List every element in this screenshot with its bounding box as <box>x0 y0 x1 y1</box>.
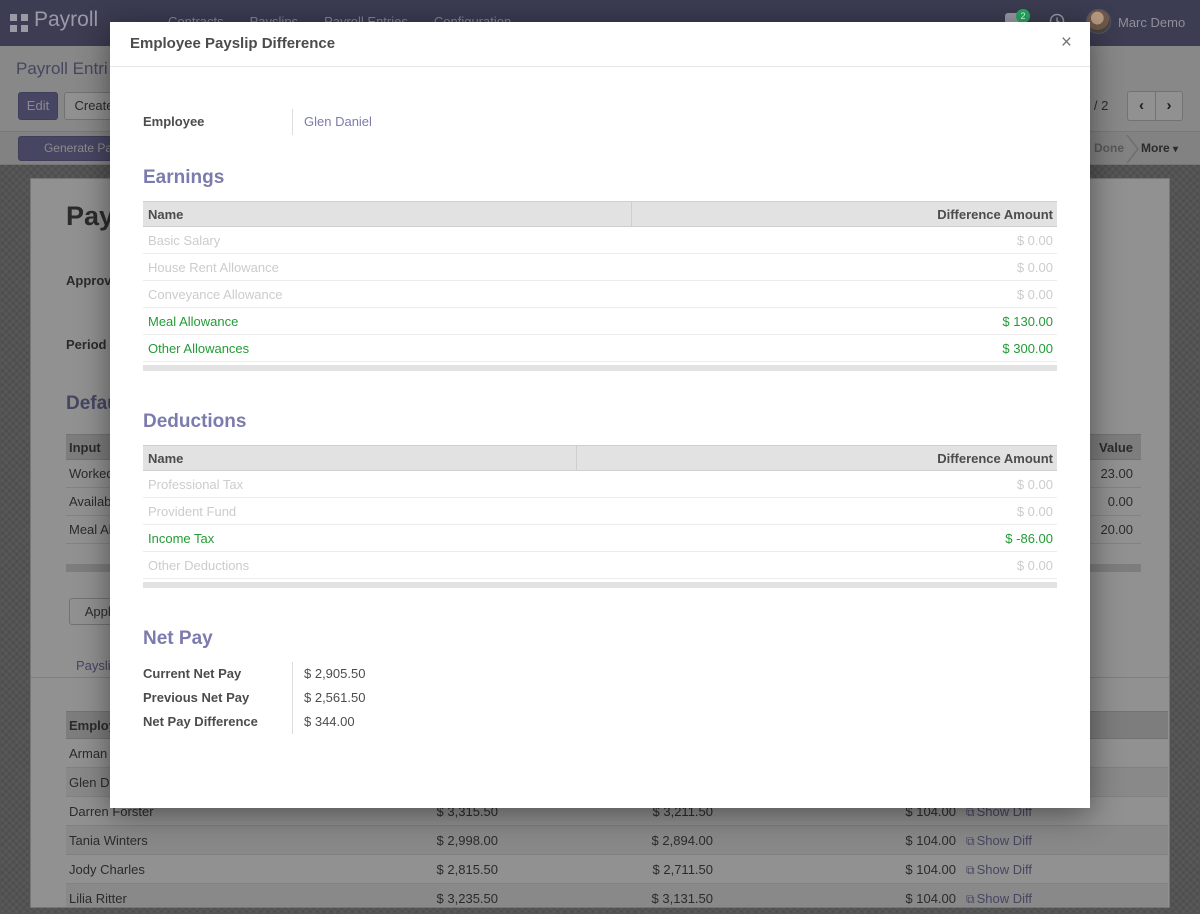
earnings-table: Name Difference Amount Basic Salary $ 0.… <box>143 201 1057 371</box>
employee-field-row: Employee Glen Daniel <box>143 109 1057 135</box>
app-title: Payroll <box>34 8 98 32</box>
table-footer-strip <box>143 582 1057 588</box>
employee-payslip-difference-modal: Employee Payslip Difference × Employee G… <box>110 22 1090 808</box>
employee-field-label: Employee <box>143 109 292 135</box>
table-row[interactable]: Other Deductions $ 0.00 <box>143 552 1057 579</box>
column-header-name[interactable]: Name <box>143 202 632 226</box>
table-row[interactable]: Basic Salary $ 0.00 <box>143 227 1057 254</box>
table-row[interactable]: Professional Tax $ 0.00 <box>143 471 1057 498</box>
table-row[interactable]: Other Allowances $ 300.00 <box>143 335 1057 362</box>
employee-field-value[interactable]: Glen Daniel <box>292 109 372 135</box>
modal-body: Employee Glen Daniel Earnings Name Diffe… <box>110 67 1090 734</box>
table-row[interactable]: Provident Fund $ 0.00 <box>143 498 1057 525</box>
app-root: Payroll Contracts Payslips Payroll Entri… <box>0 0 1200 914</box>
deductions-heading: Deductions <box>143 411 1057 433</box>
column-header-name[interactable]: Name <box>143 446 577 470</box>
earnings-table-header: Name Difference Amount <box>143 201 1057 227</box>
user-name[interactable]: Marc Demo <box>1118 15 1185 30</box>
messages-count-badge: 2 <box>1016 9 1030 23</box>
earnings-heading: Earnings <box>143 167 1057 189</box>
table-row[interactable]: House Rent Allowance $ 0.00 <box>143 254 1057 281</box>
modal-title: Employee Payslip Difference <box>130 35 335 52</box>
net-pay-rows: Current Net Pay $ 2,905.50 Previous Net … <box>143 662 1057 734</box>
column-header-difference-amount[interactable]: Difference Amount <box>632 202 1057 226</box>
table-row[interactable]: Income Tax $ -86.00 <box>143 525 1057 552</box>
net-pay-heading: Net Pay <box>143 628 1057 650</box>
table-footer-strip <box>143 365 1057 371</box>
column-header-difference-amount[interactable]: Difference Amount <box>577 446 1057 470</box>
net-pay-row: Net Pay Difference $ 344.00 <box>143 710 1057 734</box>
deductions-table-header: Name Difference Amount <box>143 445 1057 471</box>
table-row[interactable]: Meal Allowance $ 130.00 <box>143 308 1057 335</box>
modal-header: Employee Payslip Difference × <box>110 22 1090 67</box>
apps-grid-icon[interactable] <box>10 14 28 32</box>
close-icon[interactable]: × <box>1061 32 1072 54</box>
net-pay-row: Current Net Pay $ 2,905.50 <box>143 662 1057 686</box>
deductions-table: Name Difference Amount Professional Tax … <box>143 445 1057 588</box>
table-row[interactable]: Conveyance Allowance $ 0.00 <box>143 281 1057 308</box>
net-pay-row: Previous Net Pay $ 2,561.50 <box>143 686 1057 710</box>
